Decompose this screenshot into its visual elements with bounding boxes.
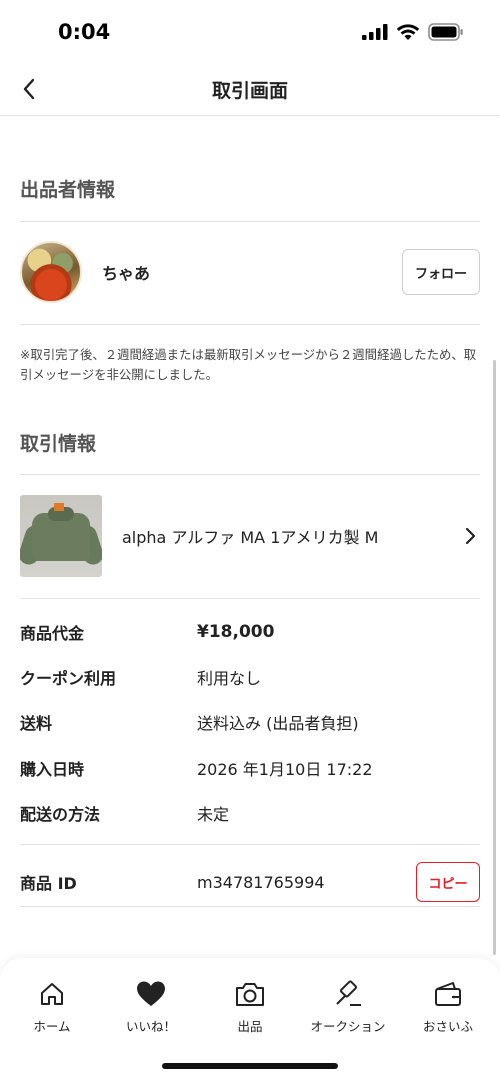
detail-value: 未定 [197, 805, 230, 824]
detail-row-delivery-method: 配送の方法 未定 [20, 798, 480, 828]
follow-button[interactable]: フォロー [402, 249, 480, 295]
item-row[interactable]: alpha アルファ MA 1アメリカ製 M [20, 494, 480, 578]
item-id-value: m34781765994 [197, 872, 325, 892]
tab-sell[interactable]: 出品 [200, 978, 300, 1035]
battery-icon [428, 23, 463, 41]
divider [20, 598, 480, 599]
chevron-right-icon [460, 526, 480, 546]
detail-row-price: 商品代金 ¥18,000 [20, 617, 480, 647]
detail-row-purchase-date: 購入日時 2026 年1月10日 17:22 [20, 753, 480, 783]
tab-label: おさいふ [422, 1019, 473, 1034]
divider [20, 906, 480, 907]
divider [20, 221, 480, 222]
gavel-icon [332, 978, 364, 1010]
tab-label: いいね！ [125, 1019, 176, 1034]
transaction-section-header: 取引情報 [20, 433, 97, 455]
detail-label: 配送の方法 [20, 805, 101, 824]
detail-label: 送料 [20, 714, 53, 733]
back-button[interactable] [14, 74, 44, 104]
detail-value: 利用なし [197, 669, 262, 688]
item-id-label: 商品 ID [20, 874, 77, 893]
copy-button[interactable]: コピー [416, 862, 480, 902]
page-title: 取引画面 [211, 80, 288, 102]
tab-wallet[interactable]: おさいふ [398, 978, 498, 1035]
heart-icon [135, 978, 167, 1010]
detail-value: ¥18,000 [197, 622, 275, 642]
detail-row-item-id: 商品 ID m34781765994 コピー [20, 862, 480, 902]
divider [20, 324, 480, 325]
detail-value: 2026 年1月10日 17:22 [197, 760, 373, 779]
tab-likes[interactable]: いいね！ [101, 978, 201, 1035]
signal-icon [362, 24, 388, 40]
detail-label: 購入日時 [20, 760, 85, 779]
status-icons [362, 23, 464, 41]
nav-bar: 取引画面 [0, 64, 500, 116]
status-bar: 0:04 [0, 0, 500, 64]
detail-label: 商品代金 [20, 624, 85, 643]
item-thumbnail [20, 495, 102, 577]
tab-bar: ホーム いいね！ 出品 オークション おさいふ [0, 958, 500, 1080]
detail-label: クーポン利用 [20, 669, 117, 688]
home-indicator[interactable] [162, 1063, 338, 1069]
seller-section-header: 出品者情報 [20, 179, 116, 201]
seller-row[interactable]: ちゃあ フォロー [20, 240, 480, 304]
message-notice: ※取引完了後、２週間経過または最新取引メッセージから２週間経過したため、取引メッ… [20, 347, 477, 382]
tab-auction[interactable]: オークション [298, 978, 398, 1035]
seller-avatar[interactable] [20, 241, 82, 303]
divider [20, 474, 480, 475]
detail-value: 送料込み (出品者負担) [197, 714, 359, 733]
home-icon [36, 978, 68, 1010]
wallet-icon [432, 978, 464, 1010]
tab-label: オークション [310, 1019, 386, 1034]
detail-row-coupon: クーポン利用 利用なし [20, 662, 480, 692]
tab-label: 出品 [237, 1019, 263, 1034]
item-title: alpha アルファ MA 1アメリカ製 M [122, 528, 379, 547]
tab-home[interactable]: ホーム [2, 978, 102, 1035]
status-time: 0:04 [58, 20, 111, 44]
chevron-left-icon [23, 78, 35, 100]
scroll-area[interactable]: 出品者情報 ちゃあ フォロー ※取引完了後、２週間経過または最新取引メッセージか… [0, 117, 500, 957]
detail-row-shipping: 送料 送料込み (出品者負担) [20, 707, 480, 737]
wifi-icon [396, 23, 420, 40]
camera-icon [234, 978, 266, 1010]
divider [20, 844, 480, 845]
tab-label: ホーム [33, 1019, 71, 1034]
scrollbar[interactable] [493, 360, 496, 955]
seller-name[interactable]: ちゃあ [102, 260, 150, 284]
